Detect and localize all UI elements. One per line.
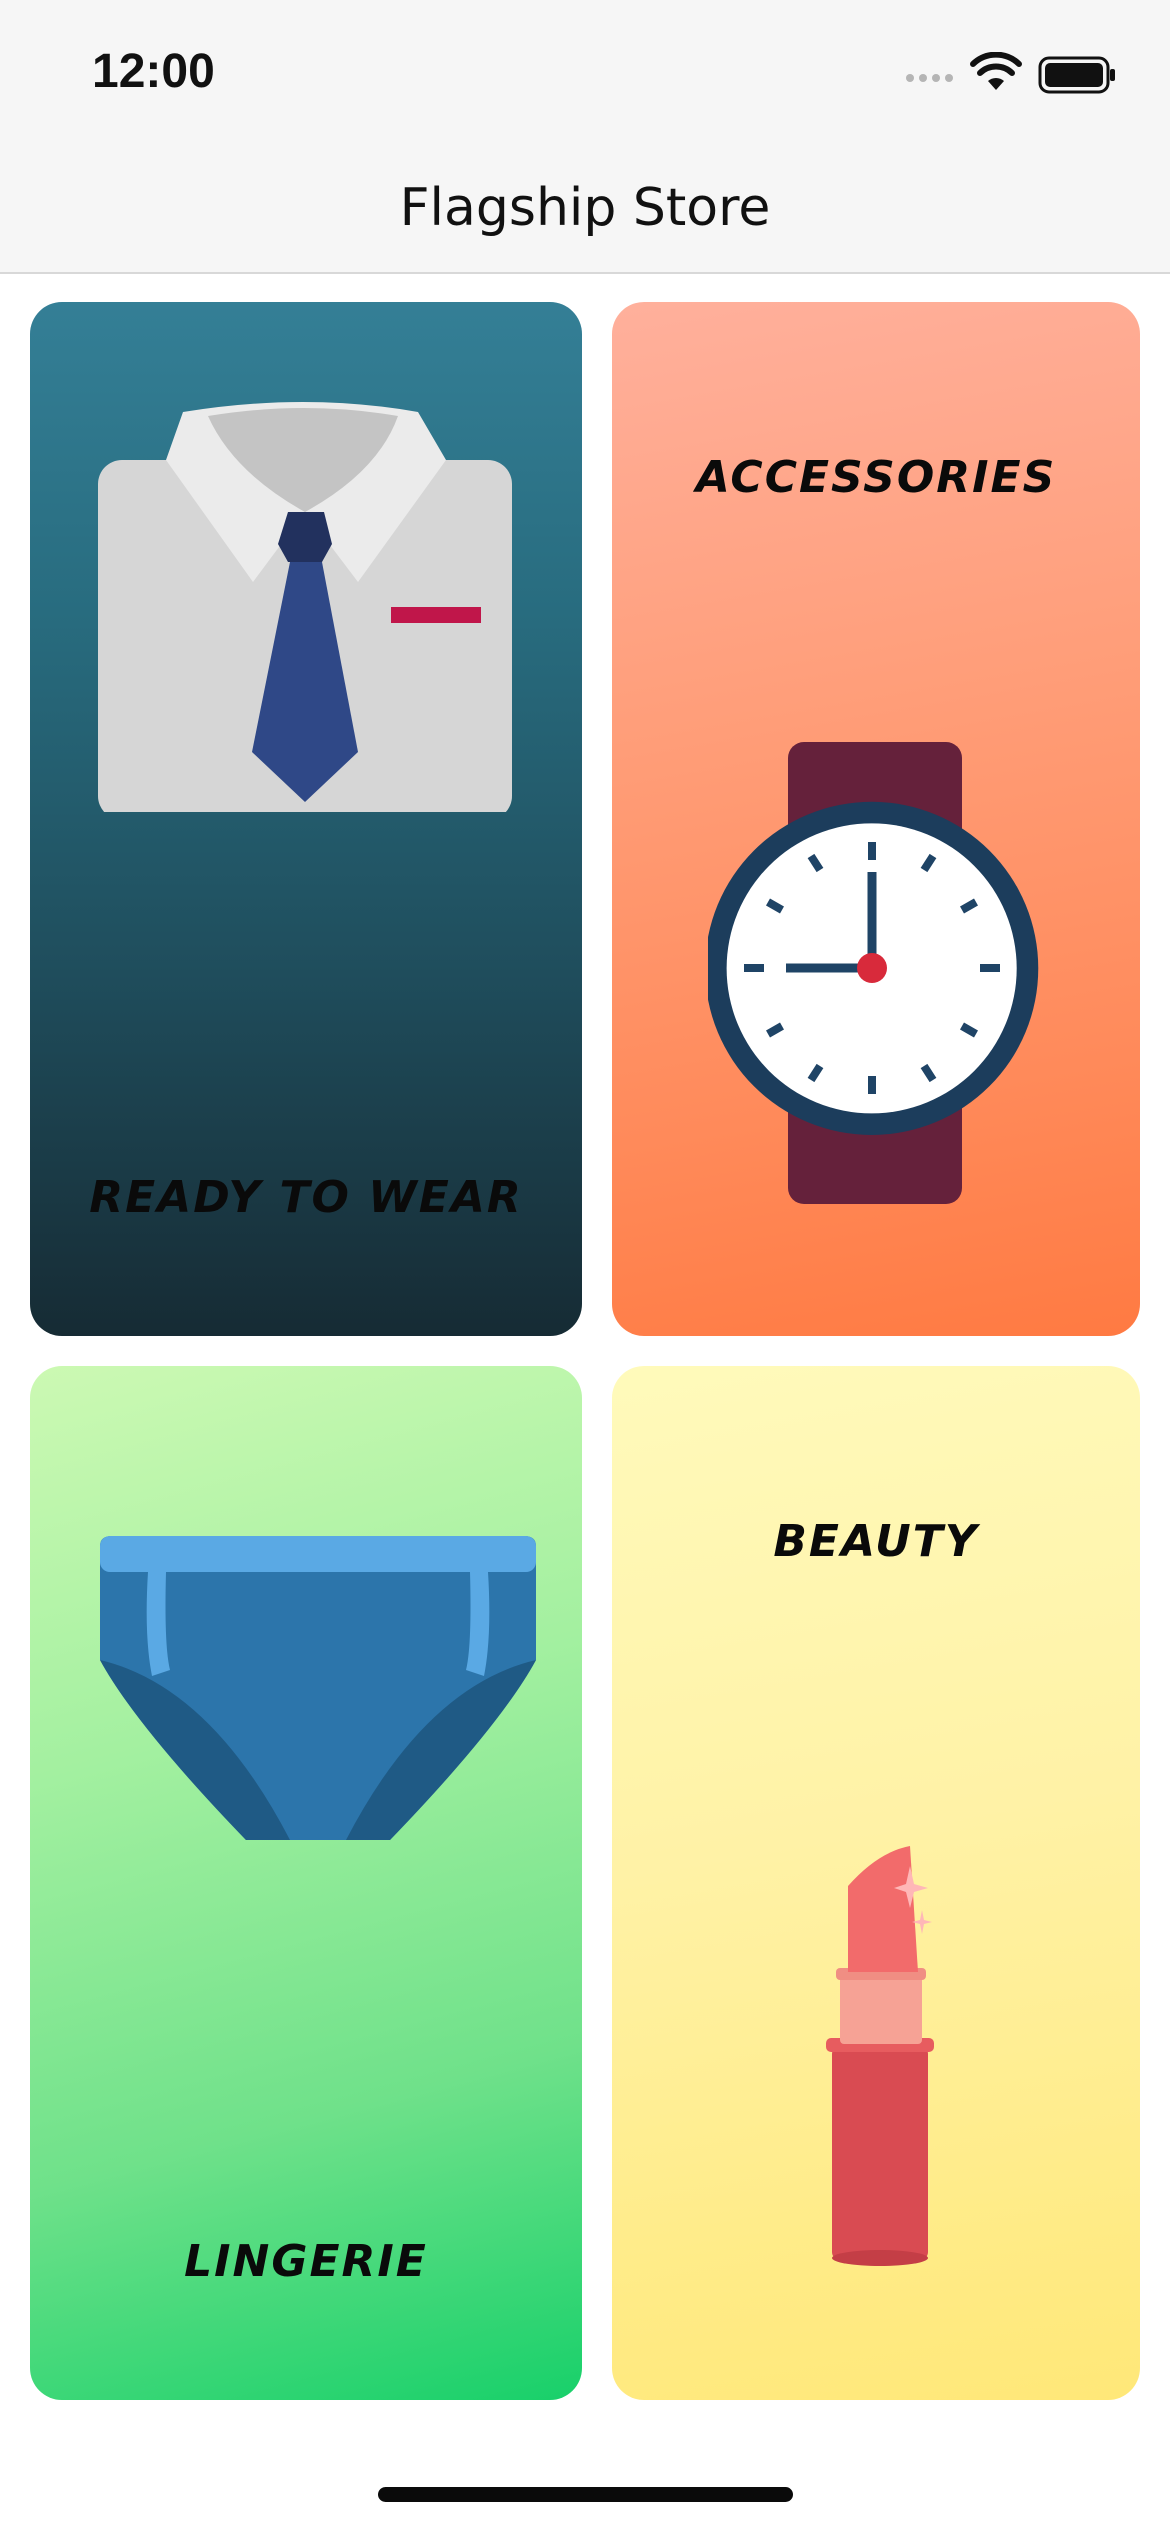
lipstick-icon [826, 1846, 934, 2266]
status-bar: 12:00 [0, 0, 1170, 150]
home-indicator[interactable] [378, 2487, 793, 2502]
cellular-signal-icon [906, 74, 953, 82]
category-card-ready-to-wear[interactable]: READY TO WEAR [30, 302, 582, 1336]
status-time: 12:00 [92, 45, 215, 98]
category-label: BEAUTY [773, 1516, 979, 1567]
wifi-icon [970, 52, 1022, 90]
category-label: ACCESSORIES [695, 452, 1057, 503]
category-card-lingerie[interactable]: LINGERIE [30, 1366, 582, 2400]
shirt-tie-icon [98, 402, 512, 812]
battery-icon [1038, 56, 1115, 94]
category-label: READY TO WEAR [89, 1172, 523, 1223]
wristwatch-icon [708, 742, 1039, 1204]
underwear-icon [100, 1536, 536, 1840]
category-card-beauty[interactable]: BEAUTY [612, 1366, 1140, 2400]
category-card-accessories[interactable]: ACCESSORIES [612, 302, 1140, 1336]
navigation-bar: Flagship Store [0, 150, 1170, 274]
category-label: LINGERIE [184, 2236, 428, 2287]
page-title: Flagship Store [399, 178, 771, 238]
